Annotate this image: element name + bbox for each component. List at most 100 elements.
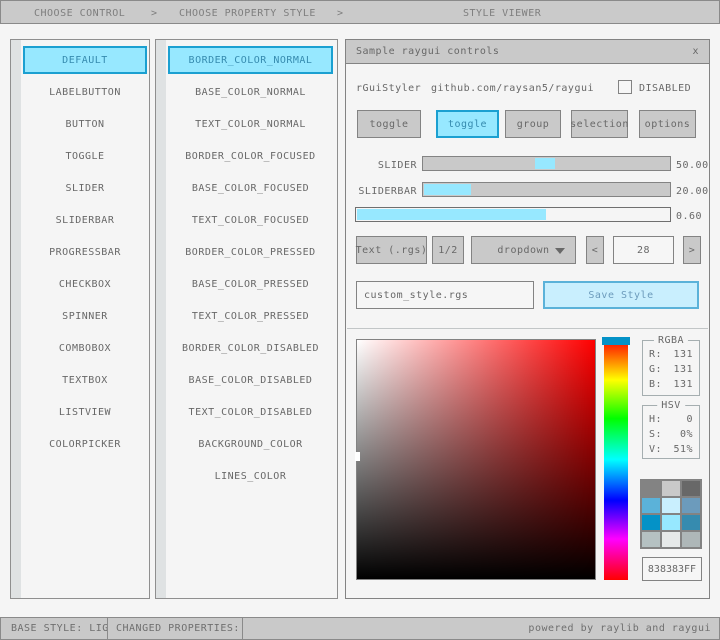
spinner-decrement-button[interactable]: < <box>586 236 604 264</box>
palette-swatch-text-disabled[interactable] <box>682 532 700 547</box>
progressbar <box>355 207 671 222</box>
color-picker-saturation-square[interactable] <box>356 339 596 580</box>
palette-swatch-base-focused[interactable] <box>662 498 680 513</box>
g-label: G: <box>649 364 662 379</box>
sliderbar-fill <box>424 184 471 195</box>
list-item-base-color-normal[interactable]: BASE_COLOR_NORMAL <box>168 78 333 106</box>
spinner-increment-button[interactable]: > <box>683 236 701 264</box>
sliderbar[interactable] <box>422 182 671 197</box>
list-item-sliderbar[interactable]: SLIDERBAR <box>23 206 147 234</box>
half-button[interactable]: 1/2 <box>432 236 464 264</box>
slider-knob[interactable] <box>535 158 555 169</box>
disabled-checkbox[interactable] <box>618 80 632 94</box>
toggle-button-options[interactable]: options <box>639 110 696 138</box>
hue-slider-handle[interactable] <box>602 337 630 345</box>
controls-list-panel: DEFAULT LABELBUTTON BUTTON TOGGLE SLIDER… <box>10 39 150 599</box>
list-item-combobox[interactable]: COMBOBOX <box>23 334 147 362</box>
toggle-button-group[interactable]: group <box>505 110 561 138</box>
palette-swatch-border-normal[interactable] <box>642 481 660 496</box>
h-value: 0 <box>686 414 693 429</box>
list-item-base-color-pressed[interactable]: BASE_COLOR_PRESSED <box>168 270 333 298</box>
palette-swatch-border-pressed[interactable] <box>642 515 660 530</box>
breadcrumb: CHOOSE CONTROL > CHOOSE PROPERTY STYLE >… <box>0 0 720 24</box>
list-item-border-color-normal[interactable]: BORDER_COLOR_NORMAL <box>168 46 333 74</box>
dropdown-select[interactable]: dropdown <box>471 236 576 264</box>
hsv-groupbox: HSV H:0 S:0% V:51% <box>642 405 700 459</box>
chevron-right-icon: > <box>337 8 344 19</box>
chevron-right-icon: > <box>151 8 158 19</box>
palette-swatch-border-focused[interactable] <box>642 498 660 513</box>
list-item-spinner[interactable]: SPINNER <box>23 302 147 330</box>
palette-swatch-text-focused[interactable] <box>682 498 700 513</box>
b-value: 131 <box>673 379 693 394</box>
close-icon[interactable]: x <box>692 46 699 57</box>
hue-slider[interactable] <box>604 339 628 580</box>
statusbar-base-style: BASE STYLE: LIGHT <box>0 617 108 640</box>
list-item-toggle[interactable]: TOGGLE <box>23 142 147 170</box>
toggle-button-2-active[interactable]: toggle <box>436 110 499 138</box>
list-item-progressbar[interactable]: PROGRESSBAR <box>23 238 147 266</box>
list-item-base-color-focused[interactable]: BASE_COLOR_FOCUSED <box>168 174 333 202</box>
list-item-listview[interactable]: LISTVIEW <box>23 398 147 426</box>
breadcrumb-style-viewer: STYLE VIEWER <box>463 8 541 19</box>
text-rgs-button[interactable]: Text (.rgs) <box>356 236 427 264</box>
g-value: 131 <box>673 364 693 379</box>
list-item-border-color-disabled[interactable]: BORDER_COLOR_DISABLED <box>168 334 333 362</box>
list-item-button[interactable]: BUTTON <box>23 110 147 138</box>
list-item-textbox[interactable]: TEXTBOX <box>23 366 147 394</box>
list-item-base-color-disabled[interactable]: BASE_COLOR_DISABLED <box>168 366 333 394</box>
repo-link-label: github.com/raysan5/raygui <box>431 83 594 94</box>
spinner-value-box[interactable]: 28 <box>613 236 674 264</box>
list-item-checkbox[interactable]: CHECKBOX <box>23 270 147 298</box>
divider-line <box>347 328 708 329</box>
statusbar-powered-by: powered by raylib and raygui <box>242 617 720 640</box>
sliderbar-value: 20.00 <box>676 186 709 197</box>
rgba-title: RGBA <box>654 335 688 346</box>
filename-input[interactable]: custom_style.rgs <box>356 281 534 309</box>
list-item-text-color-disabled[interactable]: TEXT_COLOR_DISABLED <box>168 398 333 426</box>
list-item-border-color-pressed[interactable]: BORDER_COLOR_PRESSED <box>168 238 333 266</box>
s-value: 0% <box>680 429 693 444</box>
palette-swatch-base-pressed[interactable] <box>662 515 680 530</box>
list-item-lines-color[interactable]: LINES_COLOR <box>168 462 333 490</box>
style-viewer-window: Sample raygui controls x rGuiStyler gith… <box>345 39 710 599</box>
toggle-button-1[interactable]: toggle <box>357 110 421 138</box>
list-item-colorpicker[interactable]: COLORPICKER <box>23 430 147 458</box>
list-item-text-color-pressed[interactable]: TEXT_COLOR_PRESSED <box>168 302 333 330</box>
disabled-checkbox-label: DISABLED <box>639 83 691 94</box>
slider-label: SLIDER <box>346 160 417 171</box>
dropdown-label: dropdown <box>497 245 549 256</box>
r-value: 131 <box>673 349 693 364</box>
palette-swatch-text-normal[interactable] <box>682 481 700 496</box>
style-color-palette <box>640 479 702 549</box>
list-item-text-color-normal[interactable]: TEXT_COLOR_NORMAL <box>168 110 333 138</box>
properties-list-panel: BORDER_COLOR_NORMAL BASE_COLOR_NORMAL TE… <box>155 39 338 599</box>
palette-swatch-base-disabled[interactable] <box>662 532 680 547</box>
breadcrumb-choose-control: CHOOSE CONTROL <box>34 8 125 19</box>
r-label: R: <box>649 349 662 364</box>
b-label: B: <box>649 379 662 394</box>
palette-swatch-text-pressed[interactable] <box>682 515 700 530</box>
s-label: S: <box>649 429 662 444</box>
window-title: Sample raygui controls <box>356 46 499 57</box>
base-style-label: BASE STYLE: LIGHT <box>11 623 122 634</box>
h-label: H: <box>649 414 662 429</box>
hsv-title: HSV <box>657 400 685 411</box>
save-style-button[interactable]: Save Style <box>543 281 699 309</box>
list-item-slider[interactable]: SLIDER <box>23 174 147 202</box>
color-picker-marker[interactable] <box>355 452 360 461</box>
list-item-background-color[interactable]: BACKGROUND_COLOR <box>168 430 333 458</box>
window-titlebar[interactable]: Sample raygui controls x <box>346 40 709 64</box>
list-item-labelbutton[interactable]: LABELBUTTON <box>23 78 147 106</box>
list-item-text-color-focused[interactable]: TEXT_COLOR_FOCUSED <box>168 206 333 234</box>
toggle-button-selection[interactable]: selection <box>571 110 628 138</box>
slider[interactable] <box>422 156 671 171</box>
v-value: 51% <box>673 444 693 459</box>
palette-swatch-border-disabled[interactable] <box>642 532 660 547</box>
list-item-default[interactable]: DEFAULT <box>23 46 147 74</box>
hex-color-input[interactable]: 838383FF <box>642 557 702 581</box>
list-item-border-color-focused[interactable]: BORDER_COLOR_FOCUSED <box>168 142 333 170</box>
palette-swatch-base-normal[interactable] <box>662 481 680 496</box>
progressbar-value: 0.60 <box>676 211 702 222</box>
progressbar-fill <box>357 209 546 220</box>
